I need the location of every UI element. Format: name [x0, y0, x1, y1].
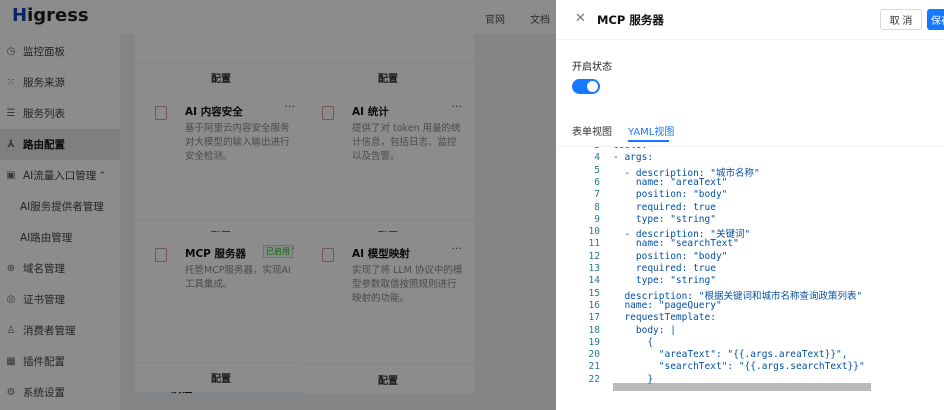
line-number: 17: [588, 312, 600, 324]
code-line: tools:: [613, 147, 647, 151]
line-number: 9: [594, 213, 600, 225]
line-number: 21: [588, 361, 600, 373]
line-number: 6: [594, 176, 600, 188]
line-number: 7: [594, 189, 600, 201]
code-line: body: |: [613, 324, 676, 336]
line-number: 14: [588, 275, 600, 287]
enable-toggle[interactable]: [572, 79, 600, 94]
line-number: 13: [588, 263, 600, 274]
line-number: 15: [588, 287, 600, 299]
code-line: name: "searchText": [613, 238, 739, 250]
line-number: 8: [594, 201, 600, 213]
yaml-editor[interactable]: 3tools:4- args:5 - description: "城市名称"6 …: [556, 146, 944, 396]
code-line: - args:: [613, 152, 654, 164]
code-line: required: true: [613, 263, 716, 274]
code-line: {: [613, 336, 654, 348]
active-tab-indicator: [628, 140, 669, 142]
line-number: 18: [588, 324, 600, 336]
line-number: 5: [594, 164, 600, 176]
code-line: required: true: [613, 201, 716, 213]
line-number: 4: [594, 152, 600, 164]
line-number: 3: [556, 147, 600, 151]
code-line: name: "areaText": [613, 176, 728, 188]
mcp-drawer: ✕ MCP 服务器 取 消 保存 开启状态 表单视图 YAML视图 3 tools…: [556, 0, 944, 410]
save-button[interactable]: 保存: [927, 9, 944, 30]
line-number: 20: [588, 349, 600, 361]
line-number: 11: [588, 238, 600, 250]
code-line: name: "pageQuery": [613, 299, 722, 311]
code-line: "areaText": "{{.args.areaText}}",: [613, 349, 848, 361]
code-line: position: "body": [613, 250, 728, 262]
line-number: 12: [588, 250, 600, 262]
drawer-header: ✕ MCP 服务器 取 消 保存: [556, 0, 944, 40]
line-number: 19: [588, 336, 600, 348]
code-line: requestTemplate:: [613, 312, 716, 324]
drawer-title: MCP 服务器: [597, 13, 664, 27]
code-line: position: "body": [613, 189, 728, 201]
code-line: "searchText": "{{.args.searchText}}": [613, 361, 865, 373]
code-line: }: [613, 373, 654, 385]
cancel-button[interactable]: 取 消: [880, 9, 922, 30]
drawer-mask[interactable]: [0, 0, 556, 410]
close-icon[interactable]: ✕: [575, 11, 586, 26]
code-line: type: "string": [613, 213, 716, 225]
tab-yaml-view[interactable]: YAML视图: [628, 123, 674, 138]
status-label: 开启状态: [572, 62, 612, 73]
line-number: 16: [588, 299, 600, 311]
tab-form-view[interactable]: 表单视图: [572, 123, 612, 138]
line-number: 22: [588, 373, 600, 385]
code-line: type: "string": [613, 275, 716, 287]
line-number: 10: [588, 226, 600, 238]
